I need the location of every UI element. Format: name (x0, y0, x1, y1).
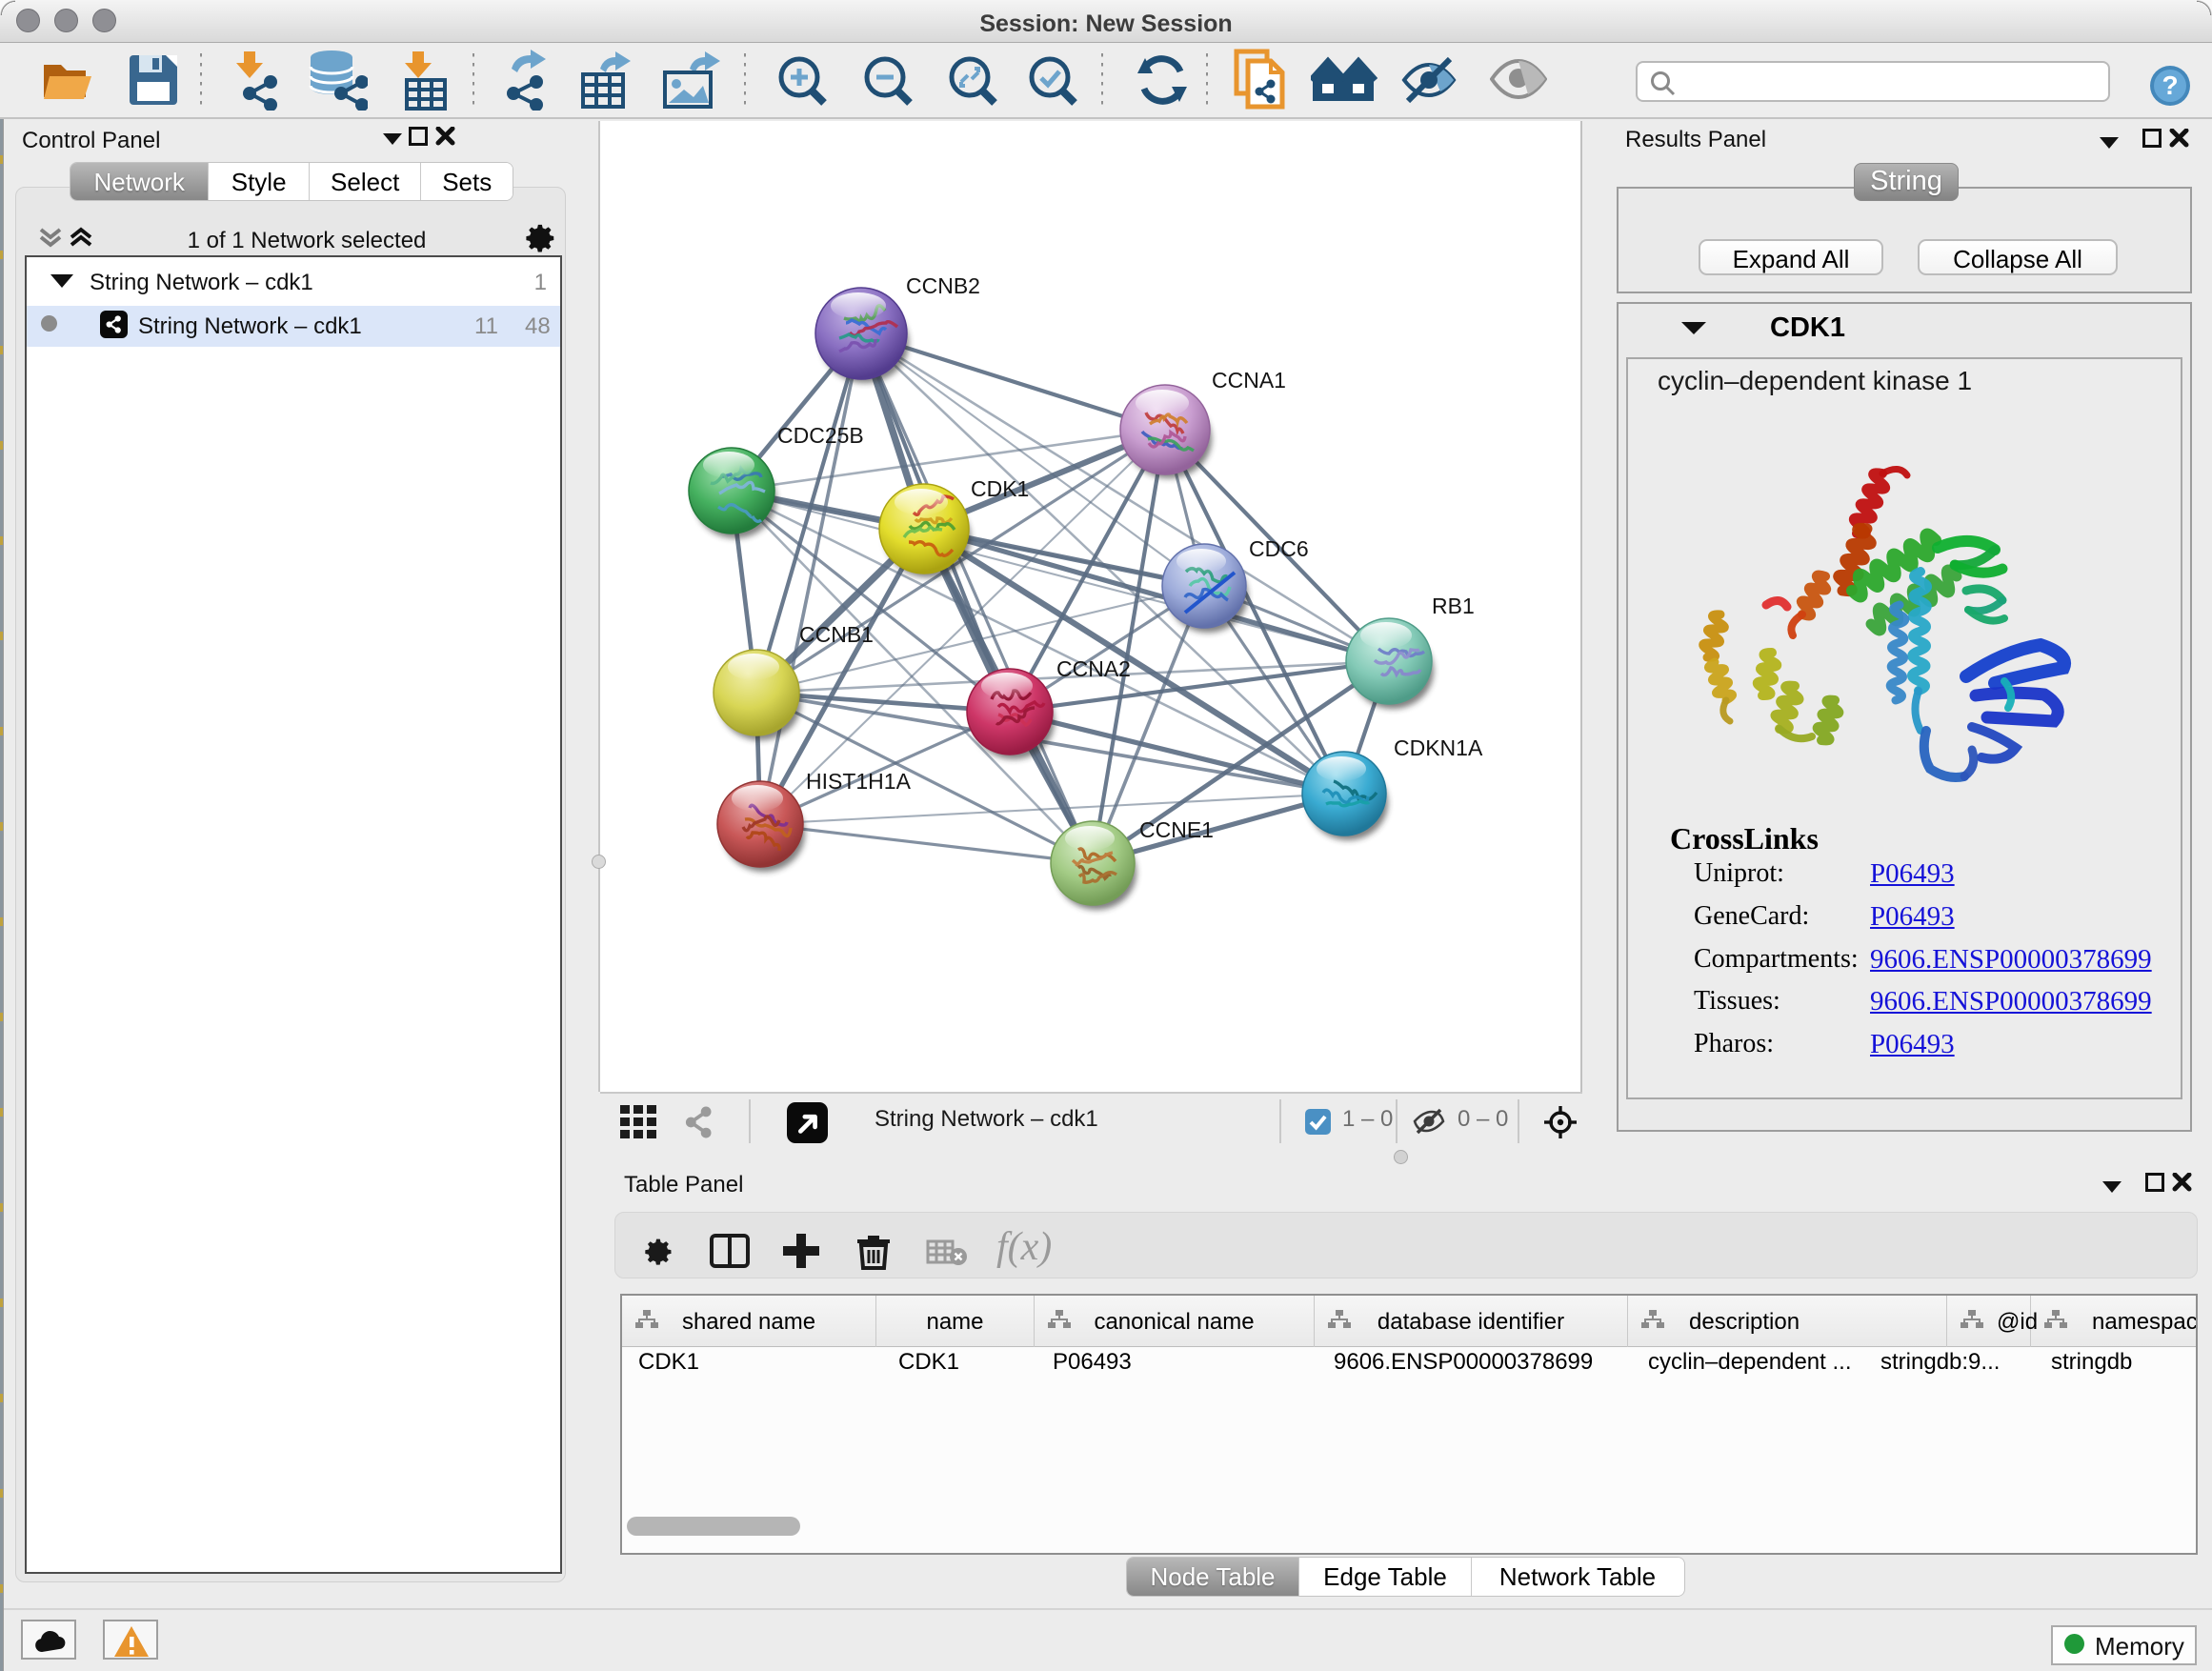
svg-text:CCNE1: CCNE1 (1139, 817, 1214, 842)
svg-text:RB1: RB1 (1432, 594, 1475, 618)
svg-text:HIST1H1A: HIST1H1A (806, 769, 912, 794)
svg-text:?: ? (2162, 70, 2178, 100)
svg-text:CCNA2: CCNA2 (1056, 656, 1131, 681)
svg-text:CDC25B: CDC25B (777, 423, 864, 448)
svg-text:CCNB2: CCNB2 (906, 273, 980, 298)
svg-text:CDC6: CDC6 (1249, 536, 1309, 561)
svg-text:CDK1: CDK1 (971, 476, 1029, 501)
svg-text:CCNA1: CCNA1 (1212, 368, 1286, 393)
svg-text:CDKN1A: CDKN1A (1394, 735, 1483, 760)
svg-text:CCNB1: CCNB1 (799, 622, 874, 647)
